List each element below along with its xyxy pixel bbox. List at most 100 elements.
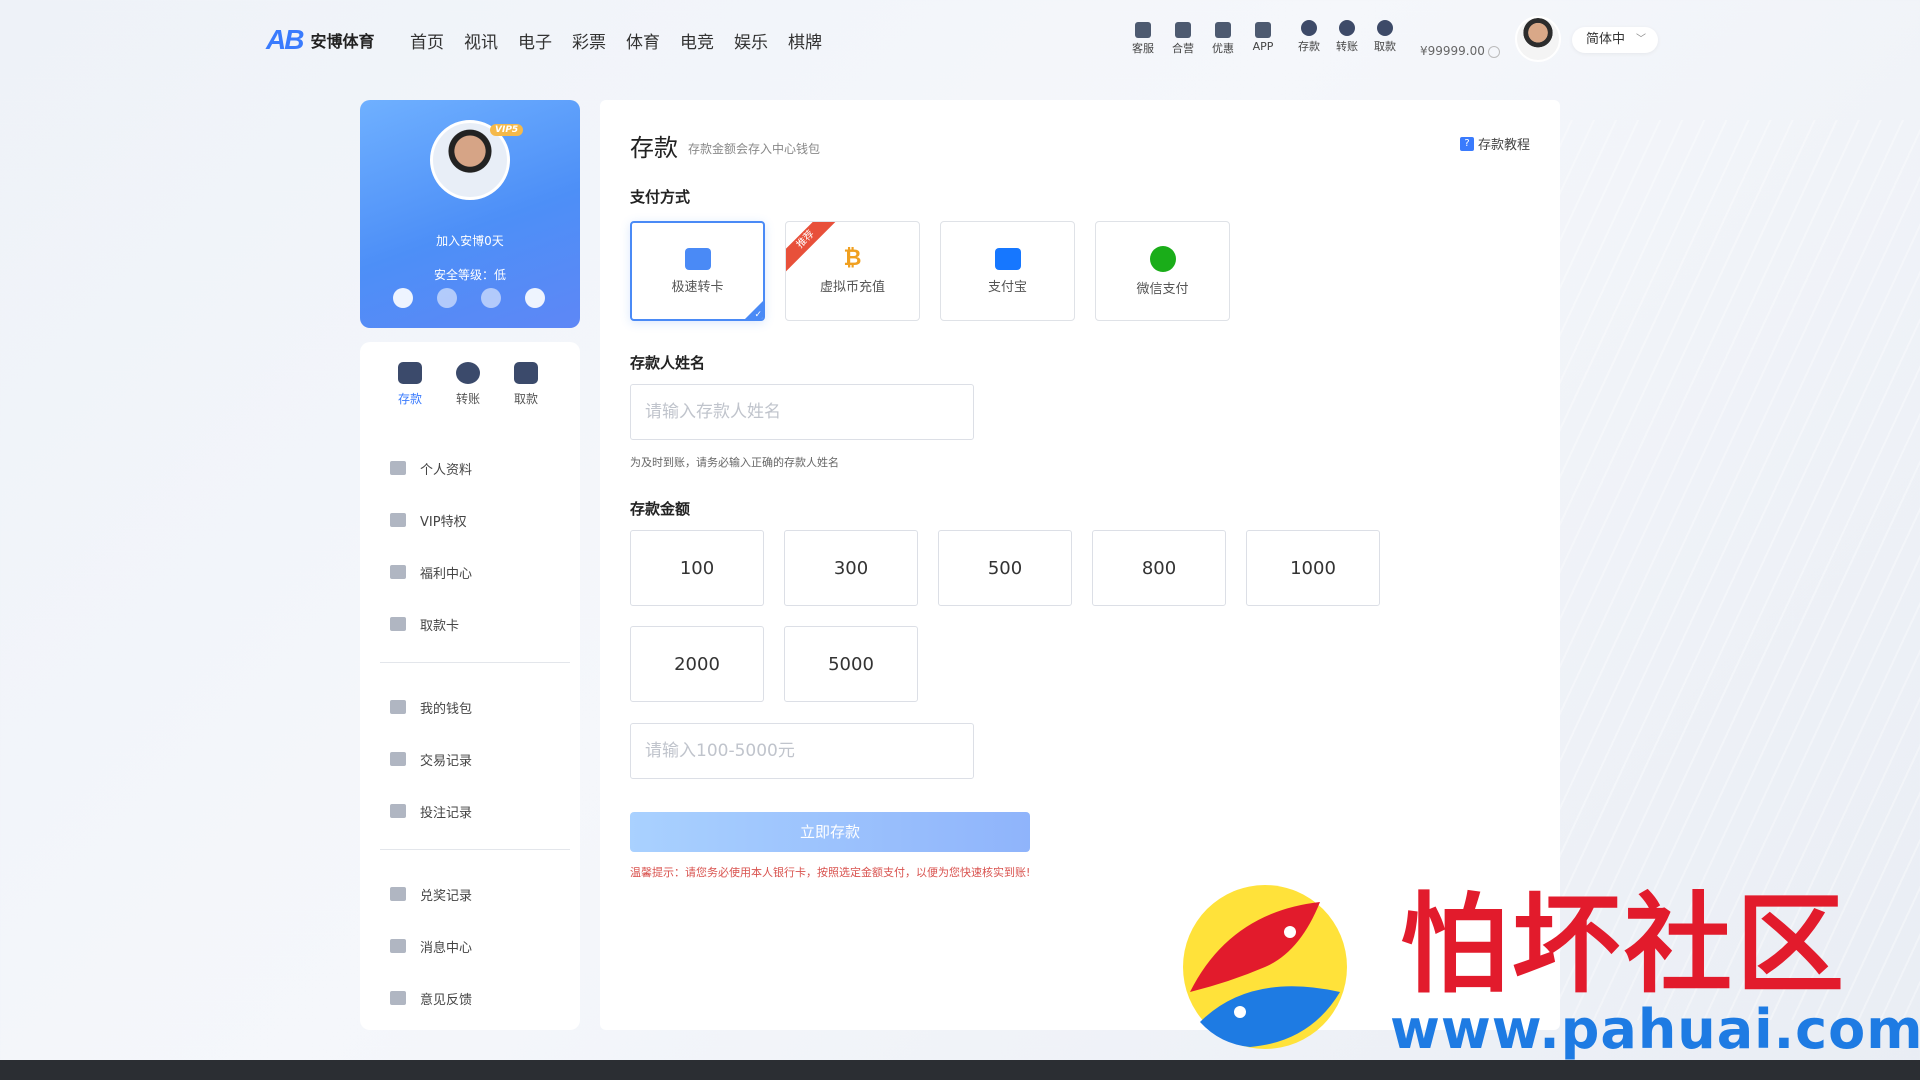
watermark-url: www.pahuai.com: [1390, 998, 1920, 1061]
pay-alipay[interactable]: 支付宝: [940, 221, 1075, 321]
amount-input[interactable]: 请输入100-5000元: [630, 723, 974, 779]
megaphone-icon: [390, 939, 406, 953]
amount-option[interactable]: 500: [938, 530, 1072, 606]
sidebar-item-redeem[interactable]: 兑奖记录: [390, 868, 560, 920]
nav-esports[interactable]: 电竞: [680, 28, 714, 53]
nav-cards[interactable]: 棋牌: [788, 28, 822, 53]
tool-service-label: 客服: [1132, 42, 1154, 55]
sidebar-item-wallet[interactable]: 我的钱包: [390, 681, 560, 733]
amount-label: 存款金额: [630, 500, 691, 518]
bitcoin-icon: ₿: [843, 245, 862, 271]
amount-option[interactable]: 800: [1092, 530, 1226, 606]
quick-transfer[interactable]: 转账: [454, 362, 482, 407]
sidebar-item-label: 投注记录: [420, 805, 473, 821]
depositor-name-input[interactable]: 请输入存款人姓名: [630, 384, 974, 440]
deposit-icon: [398, 362, 422, 384]
bank-card-icon: [390, 617, 406, 631]
tool-promo[interactable]: 优惠: [1210, 22, 1236, 56]
pay-label: 支付宝: [987, 279, 1027, 295]
nav-entertainment[interactable]: 娱乐: [734, 28, 768, 53]
balance: ¥99999.00: [1420, 44, 1500, 58]
list-icon: [390, 804, 406, 818]
amount-option[interactable]: 100: [630, 530, 764, 606]
nav-slots[interactable]: 电子: [518, 28, 552, 53]
amount-option[interactable]: 5000: [784, 626, 918, 702]
tool-service[interactable]: 客服: [1130, 22, 1156, 56]
sidebar-item-messages[interactable]: 消息中心: [390, 920, 560, 972]
identity-verify-icon[interactable]: [481, 288, 501, 308]
submit-deposit-button[interactable]: 立即存款: [630, 812, 1030, 852]
sidebar-item-label: 交易记录: [420, 753, 473, 769]
chat-icon: [1135, 22, 1151, 38]
withdraw-icon: [514, 362, 538, 384]
tool-promo-label: 优惠: [1212, 42, 1234, 55]
logo-mark: AB: [266, 24, 304, 55]
header-tools: 客服 合营 优惠 APP: [1130, 22, 1276, 56]
header-transfer[interactable]: 转账: [1334, 20, 1360, 54]
watermark-text: 怕坏社区: [1400, 883, 1849, 1008]
header-withdraw[interactable]: 取款: [1372, 20, 1398, 54]
pay-crypto[interactable]: 推荐 ₿ 虚拟币充值: [785, 221, 920, 321]
wechat-icon: [1149, 245, 1176, 272]
nav-sports[interactable]: 体育: [626, 28, 660, 53]
sidebar-item-cards[interactable]: 取款卡: [390, 598, 560, 650]
footer-bar: [0, 1060, 1920, 1080]
amount-option[interactable]: 2000: [630, 626, 764, 702]
tool-partner[interactable]: 合营: [1170, 22, 1196, 56]
recommend-ribbon: 推荐: [786, 222, 840, 274]
gift-icon: [390, 565, 406, 579]
card-verify-icon[interactable]: [525, 288, 545, 308]
sidebar-item-bets[interactable]: 投注记录: [390, 785, 560, 837]
diamond-icon: [390, 513, 406, 527]
balance-value: ¥99999.00: [1420, 44, 1485, 58]
top-header: AB 安博体育 首页 视讯 电子 彩票 体育 电竞 娱乐 棋牌 客服 合营 优惠…: [0, 0, 1920, 80]
tool-app[interactable]: APP: [1250, 22, 1276, 56]
profile-card: VIP5 加入安博0天 安全等级：低: [360, 100, 580, 328]
quick-deposit[interactable]: 存款: [396, 362, 424, 407]
sidebar-item-transactions[interactable]: 交易记录: [390, 733, 560, 785]
email-verify-icon[interactable]: [437, 288, 457, 308]
refresh-icon[interactable]: [1487, 45, 1500, 58]
menu-divider: [380, 662, 570, 663]
quick-actions: 存款 转账 取款: [396, 362, 540, 407]
header-deposit[interactable]: 存款: [1296, 20, 1322, 54]
edit-icon: [390, 991, 406, 1005]
page-title: 存款: [630, 134, 678, 162]
selected-check-icon: [745, 301, 763, 319]
pay-label: 极速转卡: [671, 279, 724, 295]
sidebar-item-label: 个人资料: [420, 462, 473, 478]
partner-icon: [1175, 22, 1191, 38]
nav-live[interactable]: 视讯: [464, 28, 498, 53]
sidebar-item-label: 我的钱包: [420, 701, 473, 717]
logo[interactable]: AB 安博体育: [266, 24, 374, 56]
phone-verify-icon[interactable]: [393, 288, 413, 308]
sidebar-item-feedback[interactable]: 意见反馈: [390, 972, 560, 1024]
quick-withdraw[interactable]: 取款: [512, 362, 540, 407]
amount-options: 100 300 500 800 1000 2000 5000: [630, 530, 1530, 702]
sidebar-item-label: 兑奖记录: [420, 888, 473, 904]
amount-option[interactable]: 1000: [1246, 530, 1380, 606]
language-select[interactable]: 简体中 ﹀: [1572, 27, 1658, 53]
sidebar-item-label: VIP特权: [420, 514, 467, 530]
pay-label: 微信支付: [1136, 281, 1189, 297]
menu-list: 个人资料 VIP特权 福利中心 取款卡 我的钱包 交易记录 投注记录 兑奖记录 …: [380, 442, 570, 1024]
pay-wechat[interactable]: 微信支付: [1095, 221, 1230, 321]
quick-transfer-label: 转账: [455, 392, 480, 406]
user-avatar[interactable]: [1515, 16, 1561, 62]
tutorial-link[interactable]: ? 存款教程: [1459, 134, 1530, 153]
transfer-icon: [1339, 20, 1355, 36]
help-icon: ?: [1459, 136, 1474, 151]
sidebar-item-welfare[interactable]: 福利中心: [390, 546, 560, 598]
join-days: 加入安博0天: [436, 234, 504, 248]
amount-option[interactable]: 300: [784, 530, 918, 606]
pay-method-label: 支付方式: [630, 188, 691, 206]
security-icons: [393, 288, 545, 308]
sidebar-item-profile[interactable]: 个人资料: [390, 442, 560, 494]
sidebar-item-vip[interactable]: VIP特权: [390, 494, 560, 546]
nav-lottery[interactable]: 彩票: [572, 28, 606, 53]
gift-icon: [1215, 22, 1231, 38]
quick-deposit-label: 存款: [397, 392, 422, 406]
header-transfer-label: 转账: [1336, 40, 1358, 53]
nav-home[interactable]: 首页: [410, 28, 444, 53]
pay-bank-transfer[interactable]: 极速转卡: [630, 221, 765, 321]
